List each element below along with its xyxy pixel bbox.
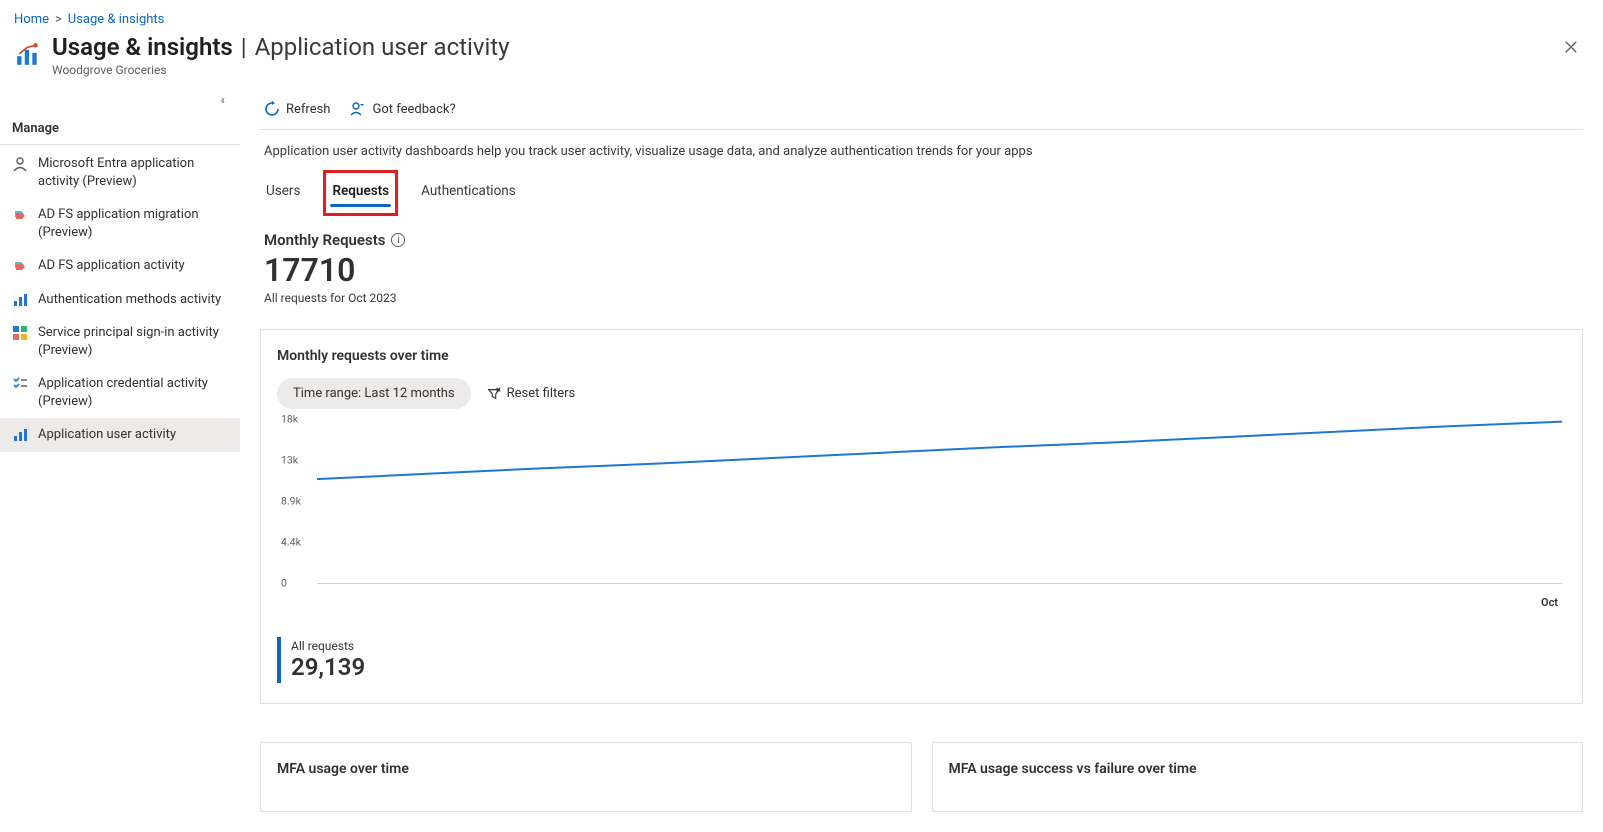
- refresh-label: Refresh: [286, 102, 330, 117]
- breadcrumb: Home > Usage & insights: [0, 0, 1603, 31]
- mfa-usage-card: MFA usage over time: [260, 742, 912, 812]
- chart-ytick: 13k: [281, 454, 298, 467]
- chart-legend: All requests 29,139: [277, 637, 1566, 683]
- sidebar-item-1[interactable]: AD FS application migration (Preview): [0, 198, 240, 249]
- kpi-title: Monthly Requests: [264, 231, 385, 249]
- legend-value: 29,139: [291, 653, 365, 681]
- chart-ytick: 8.9k: [281, 495, 301, 508]
- bottom-cards: MFA usage over time MFA usage success vs…: [260, 724, 1583, 812]
- main-content: Refresh Got feedback? Application user a…: [240, 91, 1603, 832]
- chart-ytick: 18k: [281, 413, 298, 426]
- chart-title: Monthly requests over time: [277, 348, 1566, 364]
- legend-all-requests: All requests 29,139: [277, 637, 365, 683]
- kpi-block: Monthly Requests i 17710 All requests fo…: [260, 209, 1583, 311]
- info-icon[interactable]: i: [391, 233, 405, 247]
- sidebar-section-title: Manage: [0, 113, 240, 145]
- sidebar-item-3[interactable]: Authentication methods activity: [0, 283, 240, 317]
- page-title-sep: |: [241, 33, 247, 61]
- page-title-sub: Application user activity: [255, 33, 510, 61]
- sidebar-item-label: Application credential activity (Preview…: [38, 375, 228, 410]
- chart-card: Monthly requests over time Time range: L…: [260, 329, 1583, 704]
- chart-ytick: 4.4k: [281, 536, 301, 549]
- tab-users[interactable]: Users: [264, 177, 302, 209]
- chart-xtick-end: Oct: [1541, 596, 1558, 609]
- tab-requests[interactable]: Requests: [330, 177, 391, 209]
- mfa-usage-title: MFA usage over time: [277, 761, 895, 777]
- page-header: Usage & insights | Application user acti…: [0, 31, 1603, 91]
- sidebar-collapse-button[interactable]: «: [0, 91, 240, 113]
- bars-icon: [12, 427, 28, 443]
- bars-icon: [12, 292, 28, 308]
- sidebar-item-0[interactable]: Microsoft Entra application activity (Pr…: [0, 147, 240, 198]
- sidebar-item-6[interactable]: Application user activity: [0, 418, 240, 452]
- sidebar-item-label: AD FS application migration (Preview): [38, 206, 228, 241]
- close-button[interactable]: [1559, 35, 1583, 59]
- kpi-subtitle: All requests for Oct 2023: [264, 291, 1579, 305]
- breadcrumb-current[interactable]: Usage & insights: [68, 12, 165, 27]
- time-range-pill[interactable]: Time range: Last 12 months: [277, 378, 471, 409]
- migrate-icon: [12, 258, 28, 274]
- breadcrumb-home[interactable]: Home: [14, 12, 49, 27]
- reset-filters-label: Reset filters: [507, 386, 576, 401]
- sidebar-item-label: AD FS application activity: [38, 257, 228, 275]
- chart-ytick: 0: [281, 577, 287, 590]
- page-description: Application user activity dashboards hel…: [260, 130, 1583, 169]
- tabs: Users Requests Authentications: [260, 169, 1583, 209]
- sidebar-item-label: Application user activity: [38, 426, 228, 444]
- feedback-label: Got feedback?: [372, 102, 455, 117]
- refresh-button[interactable]: Refresh: [264, 101, 330, 117]
- legend-label: All requests: [291, 639, 365, 653]
- page-subtitle: Woodgrove Groceries: [52, 63, 510, 77]
- migrate-icon: [12, 207, 28, 223]
- chart-filter-row: Time range: Last 12 months Reset filters: [277, 378, 1566, 409]
- reset-filters-button[interactable]: Reset filters: [487, 386, 576, 401]
- insights-icon: [14, 39, 42, 67]
- person-icon: [12, 156, 28, 172]
- page-title: Usage & insights | Application user acti…: [52, 33, 510, 61]
- sidebar-item-4[interactable]: Service principal sign-in activity (Prev…: [0, 316, 240, 367]
- sidebar-item-label: Microsoft Entra application activity (Pr…: [38, 155, 228, 190]
- checklist-icon: [12, 376, 28, 392]
- grid-icon: [12, 325, 28, 341]
- chart-line: [317, 419, 1562, 583]
- sidebar: « Manage Microsoft Entra application act…: [0, 91, 240, 472]
- toolbar: Refresh Got feedback?: [260, 91, 1583, 130]
- kpi-value: 17710: [264, 251, 1579, 289]
- sidebar-item-2[interactable]: AD FS application activity: [0, 249, 240, 283]
- chart-area: 18k13k8.9k4.4k0Oct: [281, 419, 1562, 619]
- page-title-main: Usage & insights: [52, 33, 233, 61]
- mfa-success-failure-title: MFA usage success vs failure over time: [949, 761, 1567, 777]
- tab-auth[interactable]: Authentications: [419, 177, 518, 209]
- feedback-button[interactable]: Got feedback?: [350, 101, 455, 117]
- mfa-success-failure-card: MFA usage success vs failure over time: [932, 742, 1584, 812]
- sidebar-item-label: Service principal sign-in activity (Prev…: [38, 324, 228, 359]
- chart-baseline: [317, 583, 1562, 584]
- sidebar-item-5[interactable]: Application credential activity (Preview…: [0, 367, 240, 418]
- sidebar-item-label: Authentication methods activity: [38, 291, 228, 309]
- breadcrumb-separator: >: [55, 12, 62, 27]
